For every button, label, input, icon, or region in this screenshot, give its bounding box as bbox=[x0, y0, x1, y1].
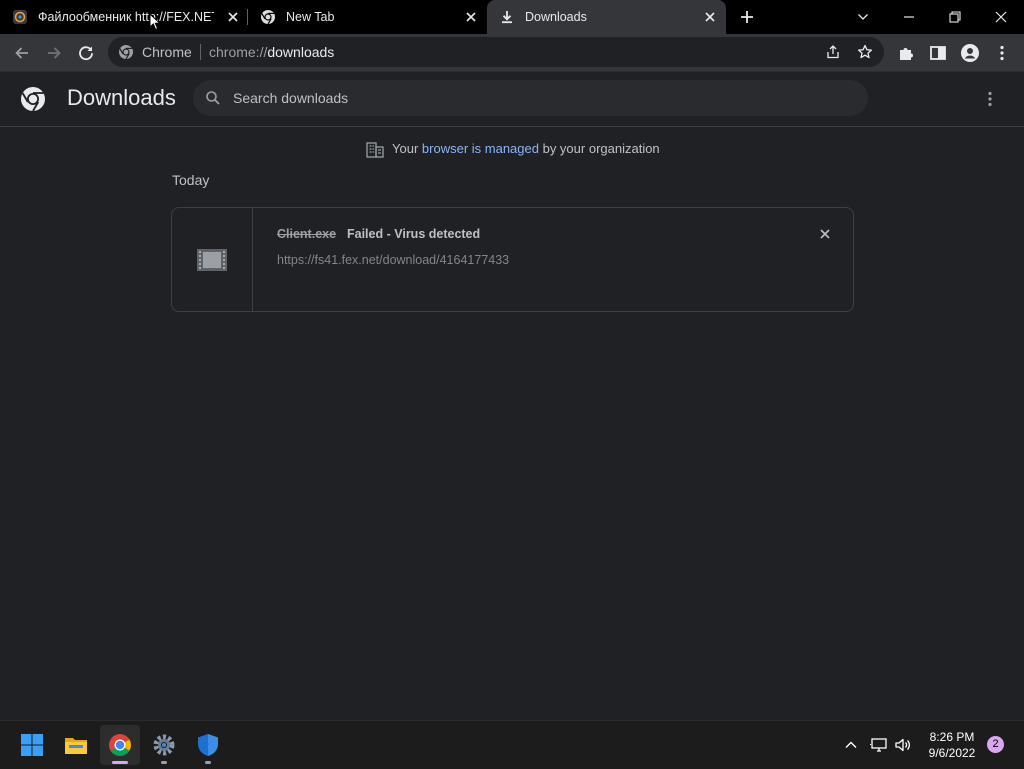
omnibox-divider bbox=[200, 44, 201, 60]
start-icon bbox=[21, 734, 43, 756]
windows-security-button[interactable] bbox=[188, 725, 228, 765]
managed-text: Your browser is managed by your organiza… bbox=[392, 141, 660, 156]
omnibox-chip: Chrome bbox=[142, 44, 192, 60]
running-indicator bbox=[161, 761, 167, 764]
file-explorer-icon bbox=[65, 738, 87, 754]
building-icon bbox=[366, 140, 384, 158]
tab-title: Файлообменник http://FEX.NET bbox=[38, 10, 214, 24]
windows-security-icon bbox=[198, 734, 218, 756]
date-group-heading: Today bbox=[172, 172, 210, 188]
clock[interactable]: 8:26 PM 9/6/2022 bbox=[918, 729, 986, 761]
settings-taskbar-button[interactable] bbox=[144, 725, 184, 765]
url-host: downloads bbox=[267, 44, 335, 60]
volume-icon[interactable] bbox=[893, 735, 913, 755]
download-item: Client.exe Failed - Virus detected https… bbox=[171, 207, 854, 312]
close-tab-icon[interactable] bbox=[464, 10, 478, 24]
search-box[interactable] bbox=[193, 80, 868, 116]
browser-toolbar: Chrome chrome://downloads bbox=[0, 34, 1024, 72]
windows-taskbar: 8:26 PM 9/6/2022 bbox=[0, 720, 1024, 769]
running-indicator bbox=[112, 761, 128, 764]
minimize-button[interactable] bbox=[886, 0, 932, 34]
notification-badge[interactable]: 2 bbox=[987, 736, 1004, 753]
close-tab-icon[interactable] bbox=[226, 10, 240, 24]
tab-search-button[interactable] bbox=[840, 0, 886, 34]
download-status: Failed - Virus detected bbox=[347, 227, 481, 241]
new-tab-button[interactable] bbox=[738, 8, 756, 26]
chrome-menu-icon[interactable] bbox=[992, 43, 1012, 63]
search-input[interactable] bbox=[233, 80, 833, 116]
remove-download-icon[interactable] bbox=[818, 227, 832, 241]
page-title: Downloads bbox=[67, 85, 176, 110]
side-panel-icon[interactable] bbox=[928, 43, 948, 63]
file-explorer-button[interactable] bbox=[56, 725, 96, 765]
forward-button[interactable] bbox=[44, 43, 64, 63]
executable-file-icon bbox=[196, 248, 228, 272]
profile-avatar-icon[interactable] bbox=[960, 43, 980, 63]
close-tab-icon[interactable] bbox=[703, 10, 717, 24]
file-icon-column bbox=[172, 208, 253, 311]
tab-new-tab[interactable]: New Tab bbox=[248, 0, 486, 34]
network-icon[interactable] bbox=[869, 735, 889, 755]
clock-date: 9/6/2022 bbox=[928, 746, 976, 760]
url-scheme: chrome:// bbox=[209, 44, 268, 60]
restore-button[interactable] bbox=[932, 0, 978, 34]
download-icon bbox=[499, 9, 515, 25]
managed-prefix: Your bbox=[392, 141, 419, 156]
url-text[interactable]: chrome://downloads bbox=[209, 44, 334, 60]
download-file-name[interactable]: Client.exe bbox=[277, 227, 336, 241]
downloads-header: Downloads bbox=[0, 72, 1024, 127]
back-button[interactable] bbox=[12, 43, 32, 63]
bookmark-star-icon[interactable] bbox=[857, 44, 873, 60]
settings-icon bbox=[153, 734, 175, 756]
download-url[interactable]: https://fs41.fex.net/download/4164177433 bbox=[277, 253, 509, 267]
chrome-icon bbox=[109, 734, 131, 756]
tab-fex[interactable]: Файлообменник http://FEX.NET bbox=[0, 0, 247, 34]
fex-favicon-icon bbox=[12, 9, 28, 25]
reload-button[interactable] bbox=[76, 43, 96, 63]
mouse-cursor-icon bbox=[149, 13, 161, 31]
close-window-button[interactable] bbox=[978, 0, 1024, 34]
extensions-icon[interactable] bbox=[896, 43, 916, 63]
show-hidden-icons-chevron-icon[interactable] bbox=[841, 735, 861, 755]
tab-title: New Tab bbox=[286, 10, 335, 24]
chrome-taskbar-button[interactable] bbox=[100, 725, 140, 765]
chrome-icon bbox=[260, 9, 276, 25]
tab-title: Downloads bbox=[525, 10, 587, 24]
share-icon[interactable] bbox=[825, 44, 841, 60]
running-indicator bbox=[205, 761, 211, 764]
managed-link[interactable]: browser is managed bbox=[422, 141, 539, 156]
clock-time: 8:26 PM bbox=[929, 730, 975, 744]
managed-suffix: by your organization bbox=[542, 141, 660, 156]
search-icon bbox=[205, 90, 221, 106]
address-bar[interactable]: Chrome chrome://downloads bbox=[108, 37, 884, 67]
chrome-icon bbox=[118, 44, 134, 60]
start-button[interactable] bbox=[12, 725, 52, 765]
tab-downloads[interactable]: Downloads bbox=[487, 0, 726, 34]
chrome-logo-icon bbox=[20, 86, 46, 112]
more-actions-icon[interactable] bbox=[980, 89, 1000, 109]
